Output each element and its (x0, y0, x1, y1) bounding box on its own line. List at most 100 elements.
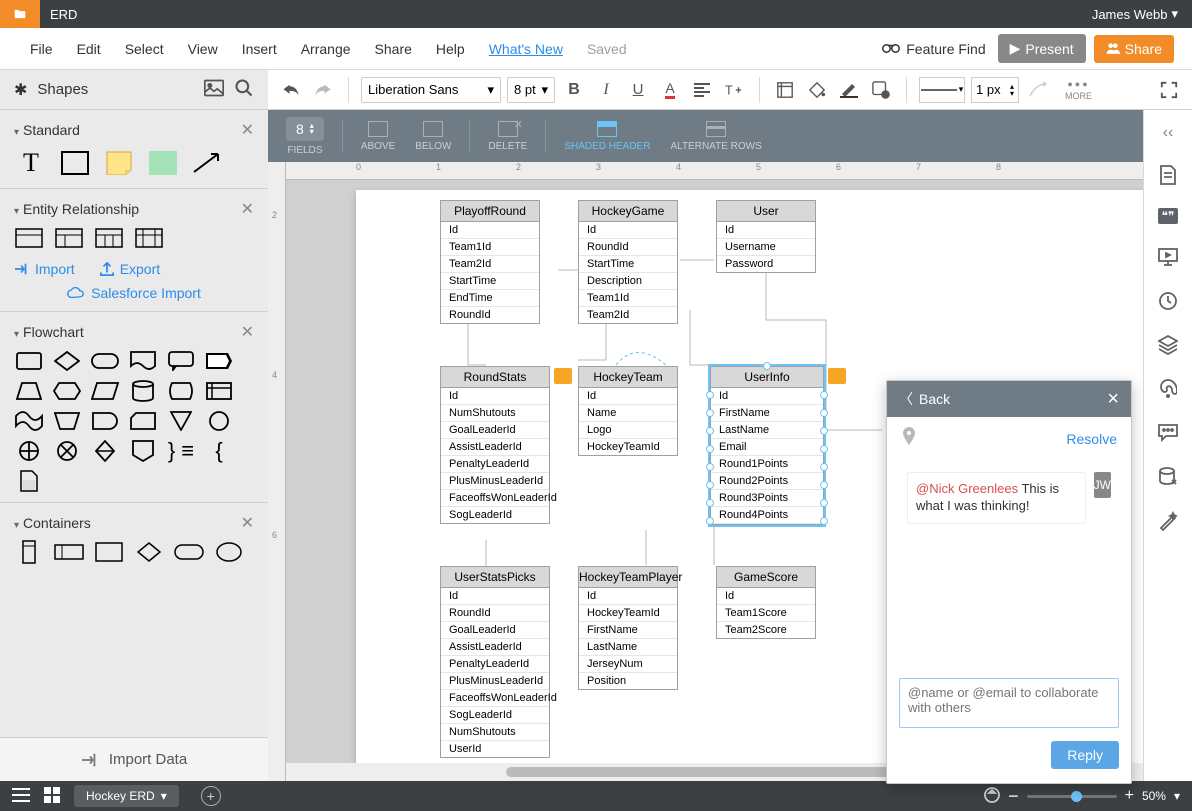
entity-user-stats-picks[interactable]: UserStatsPicks Id RoundId GoalLeaderId A… (440, 566, 550, 758)
fc-or[interactable] (52, 440, 82, 462)
fc-trap[interactable] (14, 380, 44, 402)
entity-round-stats[interactable]: RoundStats Id NumShutouts GoalLeaderId A… (440, 366, 550, 524)
zoom-level[interactable]: 50% (1142, 789, 1166, 803)
alternate-rows-button[interactable]: ALTERNATE ROWS (662, 121, 769, 152)
fc-para[interactable] (90, 380, 120, 402)
fc-stored[interactable] (166, 380, 196, 402)
user-menu[interactable]: James Webb ▾ (1078, 6, 1192, 22)
line-arrow-button[interactable] (1025, 77, 1051, 103)
menu-help[interactable]: Help (424, 41, 477, 57)
fc-sort[interactable] (90, 440, 120, 462)
cont-3[interactable] (94, 541, 124, 563)
note-shape[interactable] (102, 148, 136, 178)
fc-delay[interactable] (90, 410, 120, 432)
comment-tag-icon[interactable] (554, 368, 572, 384)
entity-game-score[interactable]: GameScore Id Team1Score Team2Score (716, 566, 816, 639)
close-icon[interactable]: ✕ (241, 120, 254, 140)
block-shape[interactable] (146, 148, 180, 178)
line-width-select[interactable]: 1 px▴▾ (971, 77, 1019, 103)
fc-brace[interactable]: } ≡ (166, 440, 196, 462)
fc-card[interactable] (128, 410, 158, 432)
menu-edit[interactable]: Edit (65, 41, 113, 57)
comments-icon[interactable] (1157, 422, 1179, 444)
magic-icon[interactable] (1157, 510, 1179, 532)
export-link[interactable]: Export (99, 261, 160, 277)
erd-shape-2[interactable] (54, 227, 84, 249)
folder-icon[interactable] (0, 0, 40, 28)
back-button[interactable]: 〈Back (899, 389, 950, 409)
erd-shape-1[interactable] (14, 227, 44, 249)
undo-button[interactable] (278, 77, 304, 103)
page-tab[interactable]: Hockey ERD▾ (74, 785, 179, 807)
fullscreen-button[interactable] (1156, 77, 1182, 103)
add-page-button[interactable]: + (201, 786, 221, 806)
menu-select[interactable]: Select (113, 41, 176, 57)
fc-note2[interactable] (14, 470, 44, 492)
feature-find[interactable]: Feature Find (882, 40, 985, 57)
menu-share[interactable]: Share (363, 41, 424, 57)
fc-intstore[interactable] (204, 380, 234, 402)
paint-icon[interactable] (1157, 378, 1179, 400)
zoom-slider[interactable] (1027, 795, 1117, 798)
salesforce-import-link[interactable]: Salesforce Import (14, 285, 254, 301)
text-options-button[interactable]: T (721, 77, 747, 103)
shape-size-button[interactable] (772, 77, 798, 103)
gear-icon[interactable]: ✱ (14, 80, 27, 100)
fill-button[interactable] (804, 77, 830, 103)
document-outline-icon[interactable] (1157, 164, 1179, 186)
zoom-in-button[interactable]: + (1125, 787, 1134, 805)
quote-icon[interactable]: ❝❞ (1158, 208, 1178, 224)
entity-hockey-team[interactable]: HockeyTeam Id Name Logo HockeyTeamId (578, 366, 678, 456)
text-color-button[interactable]: A (657, 77, 683, 103)
line-style-select[interactable]: ▾ (919, 77, 965, 103)
text-shape[interactable]: T (14, 148, 48, 178)
italic-button[interactable]: I (593, 77, 619, 103)
more-button[interactable]: ●●●MORE (1065, 79, 1092, 101)
fc-conn[interactable] (204, 410, 234, 432)
autofit-icon[interactable] (984, 787, 1000, 806)
menu-file[interactable]: File (18, 41, 65, 57)
fc-tape[interactable] (14, 410, 44, 432)
close-button[interactable]: × (1107, 388, 1119, 411)
fc-brace2[interactable]: { (204, 440, 234, 462)
fc-display[interactable] (204, 350, 234, 372)
fc-callout[interactable] (166, 350, 196, 372)
image-icon[interactable] (204, 79, 224, 101)
underline-button[interactable]: U (625, 77, 651, 103)
erd-shape-3[interactable] (94, 227, 124, 249)
history-icon[interactable] (1157, 290, 1179, 312)
fc-rect[interactable] (14, 350, 44, 372)
arrow-shape[interactable] (190, 148, 224, 178)
cont-6[interactable] (214, 541, 244, 563)
import-link[interactable]: Import (14, 261, 75, 277)
fc-manualop[interactable] (52, 410, 82, 432)
zoom-out-button[interactable]: − (1008, 786, 1019, 807)
comment-tag-icon[interactable] (828, 368, 846, 384)
font-select[interactable]: Liberation Sans▾ (361, 77, 501, 103)
presentation-icon[interactable] (1157, 246, 1179, 268)
cont-5[interactable] (174, 541, 204, 563)
fc-merge[interactable] (166, 410, 196, 432)
present-button[interactable]: ▶ Present (998, 34, 1086, 63)
insert-above-button[interactable]: ABOVE (353, 121, 403, 152)
cont-1[interactable] (14, 541, 44, 563)
menu-arrange[interactable]: Arrange (289, 41, 363, 57)
entity-user-info[interactable]: UserInfo Id FirstName LastName Email Rou… (710, 366, 824, 525)
shape-style-button[interactable] (868, 77, 894, 103)
list-view-icon[interactable] (12, 788, 30, 805)
reply-input[interactable] (899, 678, 1119, 728)
fields-control[interactable]: 8▴▾ FIELDS (278, 117, 332, 156)
close-icon[interactable]: ✕ (241, 513, 254, 533)
fc-cyl[interactable] (128, 380, 158, 402)
font-size-select[interactable]: 8 pt▾ (507, 77, 555, 103)
entity-hockey-game[interactable]: HockeyGame Id RoundId StartTime Descript… (578, 200, 678, 324)
menu-view[interactable]: View (176, 41, 230, 57)
fc-doc[interactable] (128, 350, 158, 372)
erd-shape-4[interactable] (134, 227, 164, 249)
fc-sum[interactable] (14, 440, 44, 462)
fc-terminator[interactable] (90, 350, 120, 372)
close-icon[interactable]: ✕ (241, 322, 254, 342)
shaded-header-button[interactable]: SHADED HEADER (556, 121, 658, 152)
delete-row-button[interactable]: ✕DELETE (480, 121, 535, 152)
align-button[interactable] (689, 77, 715, 103)
